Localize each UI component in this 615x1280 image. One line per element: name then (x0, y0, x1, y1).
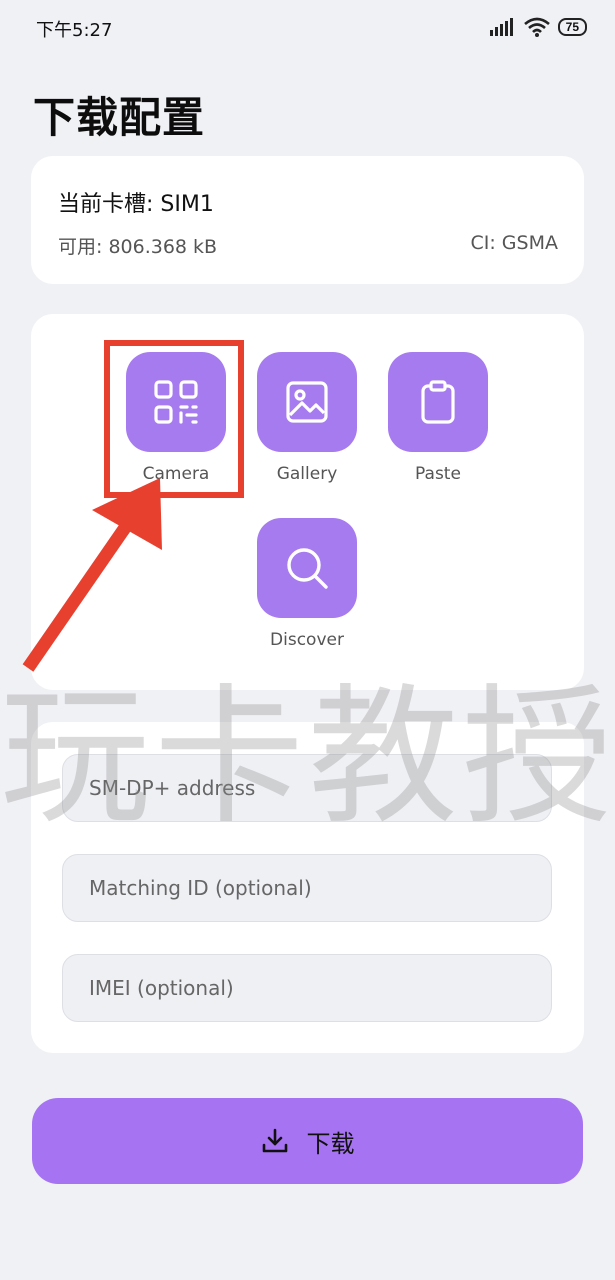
wifi-icon (523, 17, 550, 37)
battery-icon: 75 (557, 18, 587, 36)
camera-action[interactable]: Camera (116, 352, 236, 484)
qr-code-icon (154, 380, 198, 424)
import-actions-card: Camera Gallery Paste Discover (31, 314, 584, 690)
paste-action[interactable]: Paste (378, 352, 498, 484)
signal-icon (489, 18, 513, 36)
status-time: 下午5:27 (36, 20, 113, 41)
slot-info-card: 当前卡槽: SIM1 可用: 806.368 kB CI: GSMA (31, 156, 584, 284)
available-space-label: 可用: 806.368 kB (58, 236, 218, 258)
search-icon (287, 548, 328, 589)
download-button[interactable]: 下载 (32, 1098, 583, 1184)
manual-entry-card (31, 722, 584, 1053)
download-profile-screen: 下午5:27 75 下载配置 当前卡槽: SIM1 可用: 806.368 kB… (0, 0, 615, 1280)
current-slot-label: 当前卡槽: SIM1 (58, 192, 214, 217)
discover-action-tile[interactable] (257, 518, 357, 618)
gallery-action-label: Gallery (276, 464, 338, 484)
camera-action-label: Camera (142, 464, 210, 484)
smdp-address-input[interactable] (62, 754, 552, 822)
gallery-action[interactable]: Gallery (247, 352, 367, 484)
discover-action-label: Discover (270, 630, 344, 650)
image-icon (286, 381, 328, 423)
paste-action-label: Paste (415, 464, 461, 484)
discover-action[interactable]: Discover (247, 518, 367, 650)
gallery-action-tile[interactable] (257, 352, 357, 452)
camera-action-tile[interactable] (126, 352, 226, 452)
matching-id-input[interactable] (62, 854, 552, 922)
paste-action-tile[interactable] (388, 352, 488, 452)
download-button-label: 下载 (306, 1129, 355, 1158)
clipboard-icon (421, 380, 455, 424)
imei-input[interactable] (62, 954, 552, 1022)
ci-label: CI: GSMA (470, 232, 559, 254)
page-title: 下载配置 (33, 93, 206, 142)
status-bar: 下午5:27 75 (0, 0, 615, 56)
download-icon (262, 1128, 287, 1153)
status-icons: 75 (489, 16, 587, 38)
